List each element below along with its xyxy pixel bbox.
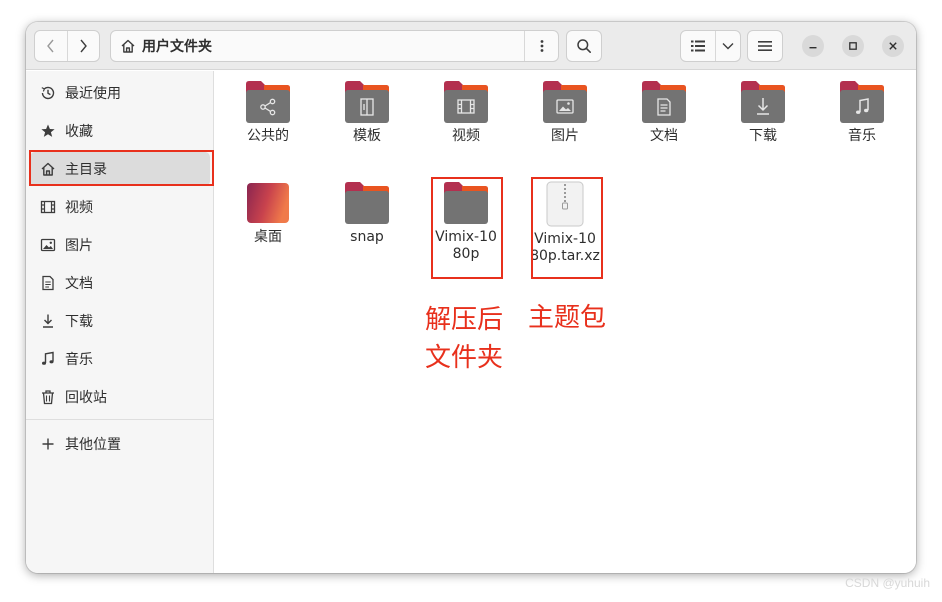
chevron-down-icon: [722, 43, 734, 50]
sidebar-item-documents[interactable]: 文档: [30, 266, 210, 300]
sidebar-item-label: 收藏: [65, 124, 93, 140]
folder-videos[interactable]: 视频: [421, 80, 511, 145]
vertical-dots-icon: [540, 40, 543, 52]
view-options-dropdown[interactable]: [715, 31, 740, 61]
sidebar-divider: [26, 419, 214, 420]
film-icon: [39, 198, 57, 216]
folder-music[interactable]: 音乐: [817, 80, 907, 145]
header-bar: 用户文件夹: [26, 22, 916, 70]
film-folder-icon: [444, 81, 488, 123]
annotation-box-home: [29, 150, 214, 186]
folder-downloads[interactable]: 下载: [718, 80, 808, 145]
file-label: 视频: [452, 128, 480, 144]
folder-templates[interactable]: 模板: [322, 80, 412, 145]
document-folder-icon: [642, 81, 686, 123]
file-label: 音乐: [848, 128, 876, 144]
file-grid: 公共的 模板 视频 图片 文档 下载 音乐 桌面 snap Vimix-1080…: [215, 71, 916, 573]
sidebar-item-music[interactable]: 音乐: [30, 342, 210, 376]
image-folder-icon: [543, 81, 587, 123]
sidebar-item-label: 文档: [65, 276, 93, 292]
file-label: 模板: [353, 128, 381, 144]
file-label: 图片: [551, 128, 579, 144]
plus-icon: [39, 435, 57, 453]
file-label: 公共的: [247, 128, 289, 144]
hamburger-menu-icon: [758, 41, 772, 51]
sidebar-item-other-locations[interactable]: 其他位置: [30, 427, 210, 461]
search-icon: [577, 39, 591, 53]
music-folder-icon: [840, 81, 884, 123]
minimize-button[interactable]: [802, 35, 824, 57]
folder-snap[interactable]: snap: [322, 181, 412, 246]
chevron-right-icon: [80, 39, 88, 53]
path-title: 用户文件夹: [142, 39, 212, 55]
file-label: snap: [350, 229, 384, 245]
list-view-icon: [691, 40, 705, 52]
folder-public[interactable]: 公共的: [223, 80, 313, 145]
music-icon: [39, 350, 57, 368]
download-icon: [39, 312, 57, 330]
sidebar-item-downloads[interactable]: 下载: [30, 304, 210, 338]
watermark: CSDN @yuhuih: [845, 576, 930, 590]
sidebar-item-label: 音乐: [65, 352, 93, 368]
search-button[interactable]: [566, 30, 602, 62]
template-folder-icon: [345, 81, 389, 123]
share-folder-icon: [246, 81, 290, 123]
sidebar-item-recent[interactable]: 最近使用: [30, 76, 210, 110]
path-location[interactable]: 用户文件夹: [111, 31, 524, 61]
maximize-button[interactable]: [842, 35, 864, 57]
folder-desktop[interactable]: 桌面: [223, 181, 313, 246]
sidebar-item-pictures[interactable]: 图片: [30, 228, 210, 262]
sidebar-item-label: 最近使用: [65, 86, 121, 102]
list-view-button[interactable]: [681, 31, 715, 61]
document-icon: [39, 274, 57, 292]
sidebar-item-videos[interactable]: 视频: [30, 190, 210, 224]
download-folder-icon: [741, 81, 785, 123]
file-manager-window: 用户文件夹 最近使用 收藏 主目录 视频 图片 文档 下载 音乐 回收站 其他位…: [26, 22, 916, 573]
annotation-extracted-label: 解压后 文件夹: [425, 301, 503, 377]
close-icon: [889, 42, 897, 50]
file-label: 桌面: [254, 229, 282, 245]
chevron-left-icon: [47, 39, 54, 53]
image-icon: [39, 236, 57, 254]
back-button[interactable]: [35, 31, 67, 61]
trash-icon: [39, 388, 57, 406]
navigation-buttons: [34, 30, 100, 62]
annotation-extracted-line2: 文件夹: [425, 343, 504, 373]
close-button[interactable]: [882, 35, 904, 57]
maximize-icon: [849, 42, 857, 50]
file-label: 下载: [749, 128, 777, 144]
annotation-theme-pack-label: 主题包: [528, 303, 607, 333]
folder-documents[interactable]: 文档: [619, 80, 709, 145]
sidebar: 最近使用 收藏 主目录 视频 图片 文档 下载 音乐 回收站 其他位置: [26, 71, 214, 573]
sidebar-item-starred[interactable]: 收藏: [30, 114, 210, 148]
file-label: 文档: [650, 128, 678, 144]
sidebar-item-label: 图片: [65, 238, 93, 254]
forward-button[interactable]: [66, 31, 99, 61]
view-toggle-group: [680, 30, 741, 62]
folder-pictures[interactable]: 图片: [520, 80, 610, 145]
path-bar[interactable]: 用户文件夹: [110, 30, 559, 62]
sidebar-item-label: 其他位置: [65, 437, 121, 453]
annotation-box-theme-archive: [531, 177, 603, 279]
folder-icon: [345, 182, 389, 224]
sidebar-item-label: 视频: [65, 200, 93, 216]
sidebar-item-label: 回收站: [65, 390, 107, 406]
star-icon: [39, 122, 57, 140]
path-menu-button[interactable]: [524, 31, 558, 61]
annotation-box-extracted-folder: [431, 177, 503, 279]
desktop-folder-icon: [247, 183, 289, 223]
home-icon: [121, 39, 135, 53]
minimize-icon: [809, 47, 817, 49]
annotation-extracted-line1: 解压后: [425, 305, 504, 335]
main-menu-button[interactable]: [747, 30, 783, 62]
sidebar-item-trash[interactable]: 回收站: [30, 380, 210, 414]
clock-icon: [39, 84, 57, 102]
sidebar-item-label: 下载: [65, 314, 93, 330]
